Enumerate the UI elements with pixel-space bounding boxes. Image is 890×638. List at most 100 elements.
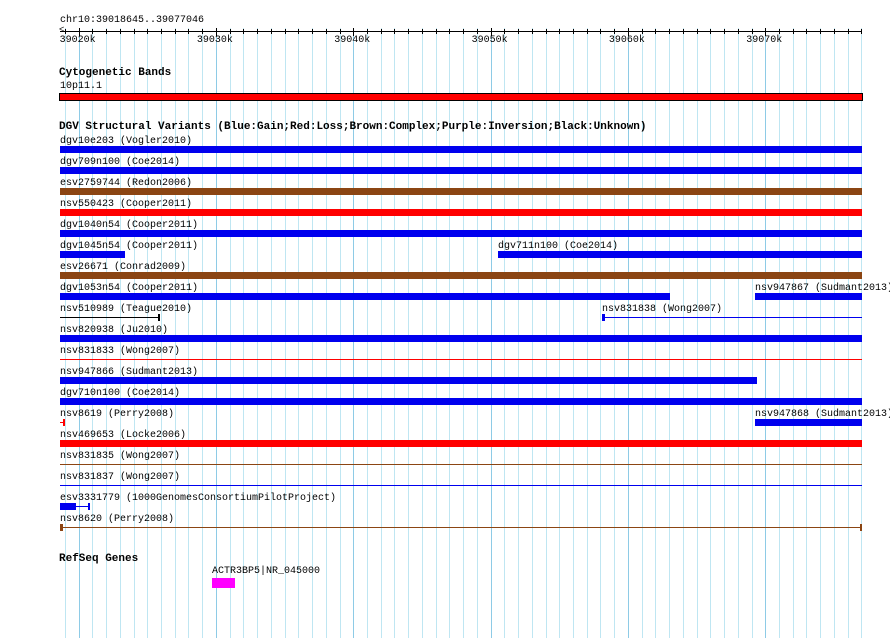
grid-line: [518, 28, 519, 638]
ruler-tick: [120, 29, 121, 34]
grid-line: [312, 28, 313, 638]
variant-feature[interactable]: [60, 461, 862, 468]
grid-line: [216, 28, 217, 638]
variant-feature[interactable]: [60, 482, 862, 489]
variant-bar: [60, 188, 862, 195]
variant-feature[interactable]: [755, 419, 862, 426]
variant-end-tick: [88, 503, 90, 510]
grid-line: [848, 28, 849, 638]
ruler-tick: [134, 29, 135, 34]
variant-bar: [60, 377, 757, 384]
ruler-tick: [65, 29, 66, 34]
variant-feature[interactable]: [60, 440, 862, 447]
ruler-tick: [504, 29, 505, 34]
grid-line: [271, 28, 272, 638]
variant-bar: [60, 293, 670, 300]
grid-line: [738, 28, 739, 638]
variant-bar: [60, 167, 862, 174]
ruler-tick: [820, 29, 821, 34]
variant-feature[interactable]: [60, 398, 862, 405]
grid-line: [230, 28, 231, 638]
grid-line: [408, 28, 409, 638]
variant-bar: [60, 230, 862, 237]
grid-line: [394, 28, 395, 638]
gene-feature[interactable]: [212, 578, 235, 588]
variant-feature[interactable]: [60, 146, 862, 153]
ruler-tick: [600, 29, 601, 34]
ruler-tick: [779, 29, 780, 34]
ruler-axis: [60, 31, 862, 32]
variant-feature[interactable]: [755, 293, 862, 300]
variant-bar: [60, 146, 862, 153]
grid-line: [367, 28, 368, 638]
grid-line: [628, 28, 629, 638]
variant-line: [60, 317, 160, 318]
grid-line: [243, 28, 244, 638]
ruler-tick: [271, 29, 272, 34]
variant-feature[interactable]: [60, 356, 862, 363]
grid-line: [449, 28, 450, 638]
ruler-tick: [683, 29, 684, 34]
ruler-tick: [106, 29, 107, 34]
variant-bar: [60, 209, 862, 216]
grid-line: [806, 28, 807, 638]
genome-browser-panel: chr10:39018645..39077046 <39020k 39030k 39…: [0, 0, 890, 638]
variant-feature[interactable]: [60, 167, 862, 174]
ruler-tick-label: 39050k: [471, 35, 508, 46]
dgv-track-title: DGV Structural Variants (Blue:Gain;Red:L…: [59, 121, 647, 133]
grid-line: [504, 28, 505, 638]
variant-end-tick: [860, 524, 862, 531]
variant-feature[interactable]: [601, 314, 862, 321]
ruler-tick: [408, 29, 409, 34]
variant-bar: [60, 398, 862, 405]
variant-feature[interactable]: [60, 419, 65, 426]
grid-line: [463, 28, 464, 638]
variant-feature[interactable]: [60, 503, 90, 510]
grid-line: [765, 28, 766, 638]
cyto-band-bar[interactable]: [59, 93, 863, 101]
grid-line: [422, 28, 423, 638]
ruler-tick: [161, 29, 162, 34]
ruler-tick: [188, 29, 189, 34]
variant-feature[interactable]: [60, 230, 862, 237]
grid-line: [175, 28, 176, 638]
variant-feature[interactable]: [60, 188, 862, 195]
variant-bar: [60, 251, 125, 258]
grid-line: [820, 28, 821, 638]
grid-line: [669, 28, 670, 638]
grid-line: [532, 28, 533, 638]
ruler-tick: [92, 29, 93, 34]
grid-line: [600, 28, 601, 638]
ruler-tick-label: 39070k: [746, 35, 783, 46]
variant-feature[interactable]: [60, 209, 862, 216]
ruler-tick: [573, 29, 574, 34]
variant-start-tick: [601, 314, 605, 321]
ruler-tick: [806, 29, 807, 34]
variant-feature[interactable]: [60, 314, 160, 321]
ruler-tick: [861, 29, 862, 34]
ruler-tick: [793, 29, 794, 34]
grid-line: [614, 28, 615, 638]
grid-line: [573, 28, 574, 638]
grid-line: [202, 28, 203, 638]
grid-line: [477, 28, 478, 638]
ruler-tick: [285, 29, 286, 34]
variant-feature[interactable]: [60, 377, 757, 384]
variant-feature[interactable]: [498, 251, 862, 258]
grid-line: [559, 28, 560, 638]
grid-line: [779, 28, 780, 638]
variant-line: [60, 359, 862, 360]
variant-feature[interactable]: [60, 251, 125, 258]
variant-feature[interactable]: [60, 293, 670, 300]
ruler-tick: [175, 29, 176, 34]
ruler-tick: [312, 29, 313, 34]
ruler-tick: [752, 29, 753, 34]
variant-line: [60, 485, 862, 486]
ruler-tick: [326, 29, 327, 34]
variant-feature[interactable]: [60, 335, 862, 342]
variant-bar: [498, 251, 862, 258]
ruler-tick: [724, 29, 725, 34]
variant-feature[interactable]: [60, 272, 862, 279]
variant-end-tick: [158, 314, 160, 321]
variant-feature[interactable]: [60, 524, 862, 531]
